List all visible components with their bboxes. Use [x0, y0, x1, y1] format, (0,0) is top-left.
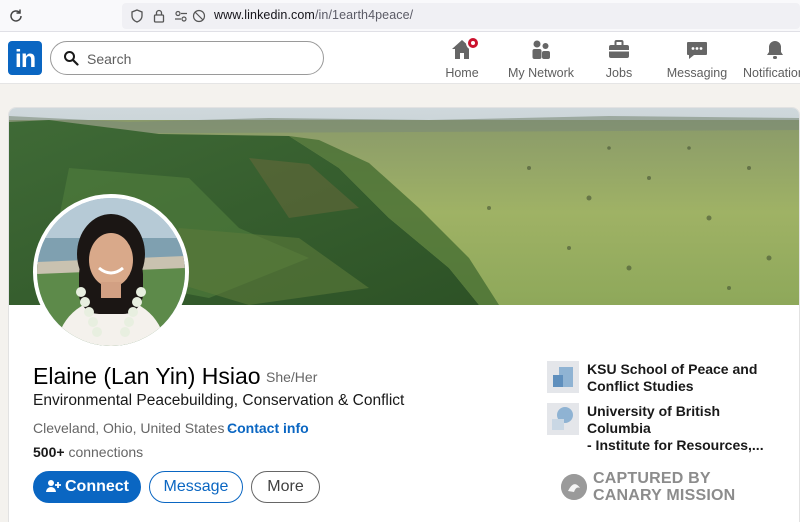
school-name-line1: University of British Columbia	[587, 403, 721, 436]
message-button[interactable]: Message	[149, 471, 243, 503]
contact-info-link[interactable]: Contact info	[227, 420, 309, 436]
connections-count[interactable]: 500+ connections	[33, 444, 143, 460]
network-icon	[529, 38, 553, 62]
education-item[interactable]: University of British Columbia - Institu…	[547, 403, 787, 453]
watermark: CAPTURED BY CANARY MISSION	[561, 470, 761, 506]
connections-number: 500+	[33, 444, 65, 460]
education-item[interactable]: KSU School of Peace and Conflict Studies	[547, 361, 787, 401]
add-person-icon	[46, 480, 61, 492]
briefcase-icon	[607, 38, 631, 62]
watermark-line2: CANARY MISSION	[593, 487, 736, 504]
nav-notifications-label: Notifications	[743, 66, 800, 80]
nav-home-label: Home	[445, 66, 479, 80]
linkedin-navbar: in Home My Network	[0, 32, 800, 84]
connect-button[interactable]: Connect	[33, 471, 141, 503]
school-name-line1: KSU School of Peace and	[587, 361, 758, 377]
address-bar[interactable]: www.linkedin.com/in/1earth4peace/	[122, 3, 800, 29]
notification-badge	[466, 36, 480, 50]
nav-my-network[interactable]: My Network	[505, 36, 577, 82]
reload-icon[interactable]	[8, 8, 24, 24]
watermark-text: CAPTURED BY CANARY MISSION	[593, 470, 735, 504]
education-text: University of British Columbia - Institu…	[587, 403, 787, 454]
profile-card: Elaine (Lan Yin) Hsiao She/Her Environme…	[8, 107, 800, 522]
education-text: KSU School of Peace and Conflict Studies	[587, 361, 787, 395]
url-text[interactable]: www.linkedin.com/in/1earth4peace/	[214, 8, 413, 22]
nav-home[interactable]: Home	[440, 36, 484, 82]
profile-name: Elaine (Lan Yin) Hsiao	[33, 363, 261, 389]
home-icon	[450, 36, 480, 62]
search-input[interactable]	[87, 49, 307, 69]
browser-toolbar: www.linkedin.com/in/1earth4peace/	[0, 0, 800, 32]
more-button[interactable]: More	[251, 471, 320, 503]
shield-icon[interactable]	[130, 9, 144, 23]
tracking-blocked-icon[interactable]	[192, 9, 206, 23]
nav-my-network-label: My Network	[508, 66, 574, 80]
school-logo-icon	[547, 361, 579, 393]
school-logo-icon	[547, 403, 579, 435]
canary-mission-logo	[561, 474, 587, 500]
search-box[interactable]	[50, 41, 324, 75]
nav-jobs-label: Jobs	[605, 66, 633, 80]
lock-icon[interactable]	[152, 9, 166, 23]
nav-messaging-label: Messaging	[666, 66, 728, 80]
watermark-line1: CAPTURED BY	[593, 470, 711, 487]
nav-notifications[interactable]: Notifications	[740, 36, 800, 82]
connect-label: Connect	[65, 478, 129, 495]
bell-icon	[763, 38, 787, 62]
url-domain: www.linkedin.com	[214, 8, 315, 22]
search-icon	[64, 51, 79, 66]
profile-headline: Environmental Peacebuilding, Conservatio…	[33, 392, 405, 409]
profile-avatar[interactable]	[33, 194, 189, 350]
permissions-icon[interactable]	[174, 9, 188, 23]
nav-messaging[interactable]: Messaging	[666, 36, 728, 82]
chat-icon	[685, 38, 709, 62]
nav-jobs[interactable]: Jobs	[599, 36, 639, 82]
connections-label: connections	[68, 444, 144, 460]
school-name-line2: Conflict Studies	[587, 378, 694, 394]
school-name-line2: - Institute for Resources,...	[587, 437, 764, 453]
linkedin-logo[interactable]: in	[8, 41, 42, 75]
profile-location: Cleveland, Ohio, United States ·	[33, 420, 233, 436]
url-path: /in/1earth4peace/	[314, 8, 414, 22]
profile-pronouns: She/Her	[266, 369, 318, 385]
